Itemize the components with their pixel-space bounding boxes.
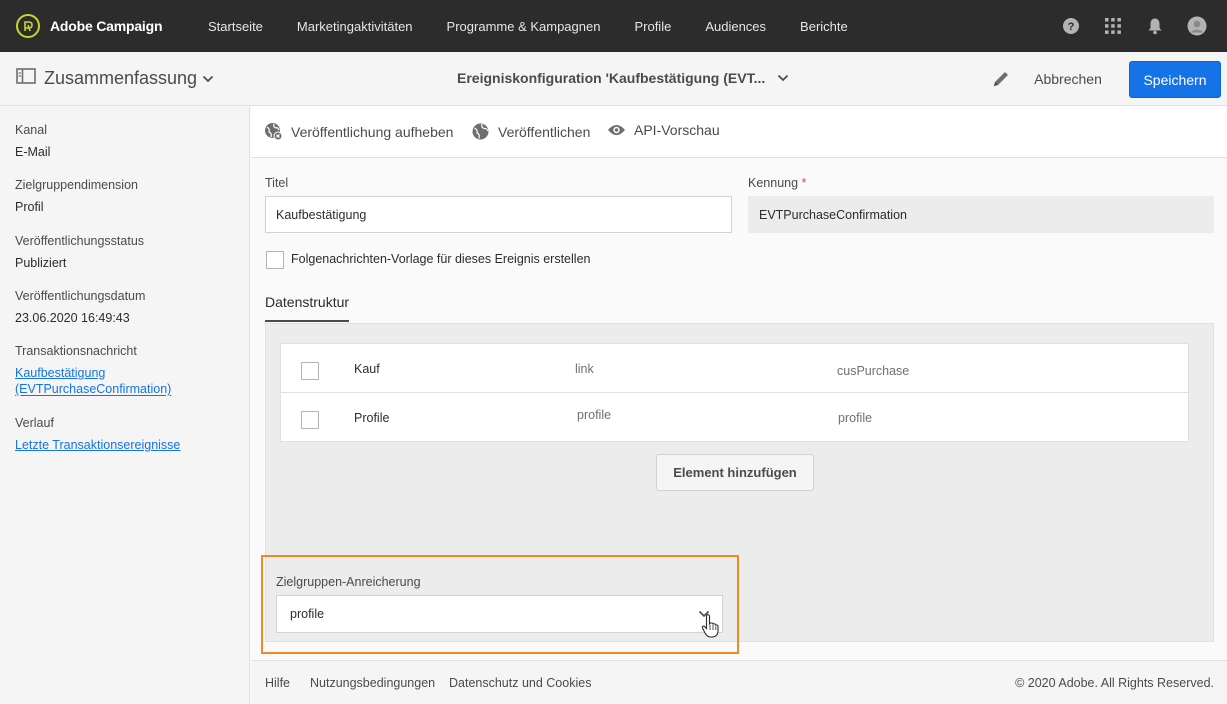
nav-startseite[interactable]: Startseite: [208, 19, 263, 34]
unpublish-label: Veröffentlichung aufheben: [291, 123, 454, 140]
help-icon[interactable]: ?: [1061, 16, 1081, 36]
app-logo[interactable]: Adobe Campaign: [16, 14, 208, 38]
footer-terms-link[interactable]: Nutzungsbedingungen: [310, 676, 435, 690]
nav-berichte[interactable]: Berichte: [800, 19, 848, 34]
row-type: link: [575, 362, 594, 376]
apps-grid-icon[interactable]: [1103, 16, 1123, 36]
nav-marketingaktivitaeten[interactable]: Marketingaktivitäten: [297, 19, 413, 34]
txmsg-label: Transaktionsnachricht: [15, 344, 137, 358]
txmsg-link[interactable]: Kaufbestätigung (EVTPurchaseConfirmation…: [15, 365, 171, 399]
active-tab-indicator: [265, 320, 349, 322]
data-structure-table: Kauf link cusPurchase Profile profile pr…: [280, 343, 1189, 442]
page-title: Ereigniskonfiguration 'Kaufbestätigung (…: [457, 70, 766, 86]
app-name: Adobe Campaign: [50, 18, 163, 34]
enrichment-label: Zielgruppen-Anreicherung: [276, 575, 421, 589]
main-nav: Startseite Marketingaktivitäten Programm…: [208, 0, 882, 52]
add-element-button[interactable]: Element hinzufügen: [656, 454, 814, 491]
enrichment-value: profile: [290, 607, 325, 621]
row-name: Kauf: [354, 362, 380, 376]
notification-bell-icon[interactable]: [1145, 16, 1165, 36]
title-label: Titel: [265, 176, 289, 190]
dimension-group: Zielgruppendimension Profil: [15, 177, 138, 216]
row-checkbox[interactable]: [301, 362, 319, 380]
pubstatus-group: Veröffentlichungsstatus Publiziert: [15, 233, 144, 272]
page-title-dropdown[interactable]: Ereigniskonfiguration 'Kaufbestätigung (…: [457, 70, 789, 86]
tab-datenstruktur[interactable]: Datenstruktur: [265, 294, 349, 310]
adobe-campaign-logo-icon: [16, 14, 40, 38]
history-link[interactable]: Letzte Transaktionsereignisse: [15, 437, 180, 454]
title-input[interactable]: Kaufbestätigung: [265, 196, 732, 233]
pubdate-label: Veröffentlichungsdatum: [15, 289, 146, 303]
history-group: Verlauf Letzte Transaktionsereignisse: [15, 415, 180, 454]
save-button[interactable]: Speichern: [1129, 61, 1221, 98]
svg-text:?: ?: [1068, 21, 1075, 33]
channel-group: Kanal E-Mail: [15, 122, 50, 161]
top-navigation-bar: Adobe Campaign Startseite Marketingaktiv…: [0, 0, 1227, 52]
row-id: cusPurchase: [837, 364, 910, 378]
history-label: Verlauf: [15, 416, 54, 430]
publish-toolbar: Veröffentlichung aufheben Veröffentliche…: [251, 106, 1227, 158]
summary-toggle[interactable]: Zusammenfassung: [16, 67, 214, 90]
api-preview-label: API-Vorschau: [634, 122, 720, 138]
channel-value: E-Mail: [15, 145, 51, 159]
eye-icon: [607, 123, 626, 137]
pubdate-group: Veröffentlichungsdatum 23.06.2020 16:49:…: [15, 288, 145, 327]
txmsg-link-line2: (EVTPurchaseConfirmation): [15, 382, 172, 396]
row-name: Profile: [354, 411, 390, 425]
pubdate-value: 23.06.2020 16:49:43: [15, 311, 130, 325]
row-type: profile: [577, 408, 612, 422]
id-input: EVTPurchaseConfirmation: [748, 196, 1214, 233]
txmsg-link-line1: Kaufbestätigung: [15, 366, 106, 380]
unpublish-button[interactable]: Veröffentlichung aufheben: [264, 122, 453, 141]
required-asterisk: *: [801, 176, 807, 190]
footer-help-link[interactable]: Hilfe: [265, 676, 290, 690]
followup-checkbox[interactable]: [266, 251, 284, 269]
publish-button[interactable]: Veröffentlichen: [471, 122, 590, 141]
cancel-button[interactable]: Abbrechen: [1022, 63, 1114, 95]
summary-sidebar: Kanal E-Mail Zielgruppendimension Profil…: [0, 106, 250, 704]
hand-cursor-icon: [700, 613, 722, 644]
pubstatus-value: Publiziert: [15, 256, 67, 270]
id-label: Kennung *: [748, 176, 806, 190]
chevron-down-icon: [777, 74, 789, 82]
action-bar: Zusammenfassung Ereigniskonfiguration 'K…: [0, 52, 1227, 106]
table-row[interactable]: Profile profile profile: [281, 393, 1188, 442]
row-checkbox[interactable]: [301, 411, 319, 429]
chevron-down-icon: [202, 75, 214, 83]
api-preview-button[interactable]: API-Vorschau: [607, 122, 720, 138]
pubstatus-label: Veröffentlichungsstatus: [15, 234, 145, 248]
globe-icon: [471, 122, 490, 141]
header-icons: ?: [1039, 16, 1207, 36]
followup-label: Folgenachrichten-Vorlage für dieses Erei…: [291, 252, 591, 266]
dimension-value: Profil: [15, 200, 44, 214]
panel-toggle-icon: [16, 67, 36, 90]
nav-audiences[interactable]: Audiences: [705, 19, 766, 34]
channel-label: Kanal: [15, 123, 47, 137]
copyright: © 2020 Adobe. All Rights Reserved.: [1015, 676, 1214, 690]
dimension-label: Zielgruppendimension: [15, 178, 138, 192]
enrichment-select[interactable]: profile: [276, 595, 723, 633]
globe-unpublish-icon: [264, 122, 283, 141]
nav-programme-kampagnen[interactable]: Programme & Kampagnen: [447, 19, 601, 34]
summary-label: Zusammenfassung: [44, 68, 198, 88]
footer: Hilfe Nutzungsbedingungen Datenschutz un…: [251, 660, 1227, 704]
publish-label: Veröffentlichen: [498, 123, 591, 140]
footer-privacy-link[interactable]: Datenschutz und Cookies: [449, 676, 591, 690]
user-avatar-icon[interactable]: [1187, 16, 1207, 36]
row-id: profile: [838, 411, 873, 425]
nav-profile[interactable]: Profile: [634, 19, 671, 34]
id-label-text: Kennung: [748, 176, 799, 190]
txmsg-group: Transaktionsnachricht Kaufbestätigung (E…: [15, 343, 171, 399]
table-row[interactable]: Kauf link cusPurchase: [281, 344, 1188, 393]
pencil-edit-icon[interactable]: [990, 68, 1012, 95]
